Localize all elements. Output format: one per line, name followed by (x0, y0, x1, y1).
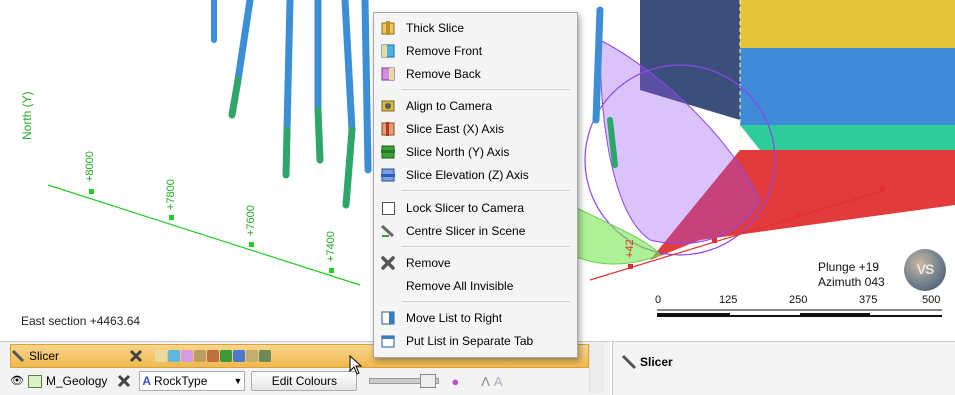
compass-text: VS (916, 261, 935, 277)
align-camera-icon[interactable] (194, 350, 207, 362)
remove-x-icon[interactable] (129, 349, 143, 363)
menu-item-remove-front[interactable]: Remove Front (374, 40, 577, 62)
slicer-toolbar (155, 350, 272, 362)
remove-front-icon (380, 43, 396, 59)
slider-handle[interactable] (420, 374, 437, 388)
menu-separator (402, 190, 570, 191)
scale-label: 375 (859, 294, 878, 306)
slice-north-icon[interactable] (220, 350, 233, 362)
separate-tab-icon (380, 333, 396, 349)
scale-label: 125 (719, 294, 738, 306)
menu-item-slice-north[interactable]: Slice North (Y) Axis (374, 141, 577, 163)
azimuth-label: Azimuth 043 (818, 275, 885, 289)
rocktype-icon: A (142, 374, 152, 388)
northing-tick-label: +7800 (165, 179, 177, 210)
menu-item-thick-slice[interactable]: Thick Slice (374, 17, 577, 39)
slicer-context-menu: Thick Slice Remove Front Remove Back Ali… (373, 12, 578, 358)
remove-back-icon (380, 66, 396, 82)
mouse-cursor-icon (349, 355, 363, 375)
remove-x-icon[interactable] (117, 374, 131, 388)
lighting-icon[interactable]: ● (451, 374, 459, 389)
easting-tick-label: +42 (624, 239, 636, 258)
scale-label: 500 (922, 294, 941, 306)
checkbox-icon[interactable] (380, 200, 396, 216)
move-list-icon (380, 310, 396, 326)
centre-slicer-icon (380, 223, 396, 239)
axis-title-north: North (Y) (20, 91, 34, 140)
slice-east-icon[interactable] (207, 350, 220, 362)
menu-item-remove[interactable]: Remove (374, 252, 577, 274)
menu-separator (402, 301, 570, 302)
shape-list-row-geology[interactable]: 👁 M_Geology A RockType ▼ Edit Colours ● … (10, 370, 587, 392)
section-label: East section +4463.64 (21, 314, 141, 328)
slice-east-icon (380, 121, 396, 137)
thick-slice-icon[interactable] (155, 350, 168, 362)
menu-item-move-list-right[interactable]: Move List to Right (374, 307, 577, 329)
compass-widget[interactable]: VS (904, 249, 946, 291)
edit-colours-button[interactable]: Edit Colours (251, 371, 358, 391)
plunge-label: Plunge +19 (818, 260, 880, 274)
menu-item-slice-elevation[interactable]: Slice Elevation (Z) Axis (374, 164, 577, 186)
slice-elevation-icon (380, 167, 396, 183)
menu-item-slice-east[interactable]: Slice East (X) Axis (374, 118, 577, 140)
blank-icon (380, 278, 396, 294)
menu-separator (402, 246, 570, 247)
colour-by-value: RockType (154, 374, 208, 388)
thick-slice-icon (380, 20, 396, 36)
northing-tick-label: +7600 (245, 205, 257, 236)
menu-item-lock-slicer[interactable]: Lock Slicer to Camera (374, 197, 577, 219)
menu-item-remove-all-invisible[interactable]: Remove All Invisible (374, 275, 577, 297)
slicer-row-label: Slicer (29, 349, 60, 363)
orientation-readout: Plunge +19 Azimuth 043 (818, 260, 885, 290)
slicer-icon (11, 349, 25, 363)
menu-item-separate-tab[interactable]: Put List in Separate Tab (374, 330, 577, 352)
chevron-down-icon: ▼ (233, 376, 243, 386)
edges-icon[interactable]: Λ (481, 374, 490, 389)
northing-tick-label: +8000 (84, 151, 96, 182)
menu-item-align-camera[interactable]: Align to Camera (374, 95, 577, 117)
geology-model-icon (28, 374, 42, 388)
geology-row-label: M_Geology (46, 374, 108, 388)
colour-by-select[interactable]: A RockType ▼ (139, 371, 246, 391)
align-camera-icon (380, 98, 396, 114)
font-icon[interactable]: A (494, 374, 503, 389)
scale-label: 250 (789, 294, 808, 306)
eye-icon[interactable]: 👁 (10, 374, 24, 388)
menu-item-remove-back[interactable]: Remove Back (374, 63, 577, 85)
menu-item-centre-slicer[interactable]: Centre Slicer in Scene (374, 220, 577, 242)
scale-label: 0 (655, 294, 662, 306)
properties-title: Slicer (640, 355, 673, 369)
menu-separator (402, 89, 570, 90)
slicer-icon (621, 354, 637, 370)
opacity-slider[interactable] (369, 374, 440, 388)
remove-back-icon[interactable] (181, 350, 194, 362)
remove-front-icon[interactable] (168, 350, 181, 362)
remove-x-icon (380, 255, 396, 271)
northing-tick-label: +7400 (325, 231, 337, 262)
slice-north-icon (380, 144, 396, 160)
shape-list-scrollbar[interactable] (589, 343, 604, 393)
slice-elevation-icon[interactable] (233, 350, 246, 362)
centre-slicer-icon[interactable] (259, 350, 272, 362)
lock-icon[interactable] (246, 350, 259, 362)
